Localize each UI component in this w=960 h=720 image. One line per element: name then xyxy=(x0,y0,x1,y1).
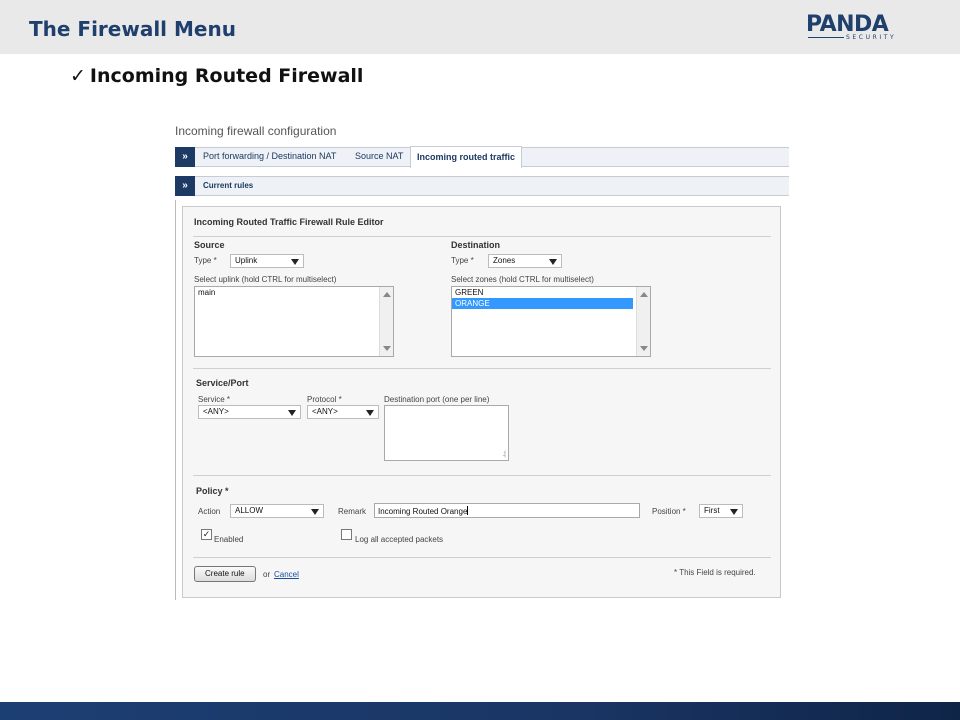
list-option-orange[interactable]: ORANGE xyxy=(452,298,633,309)
slide-header: The Firewall Menu PANDA SECURITY xyxy=(0,0,960,54)
protocol-select[interactable]: <ANY> xyxy=(307,405,379,419)
action-value: ALLOW xyxy=(235,506,264,515)
divider xyxy=(193,368,771,369)
protocol-label: Protocol * xyxy=(307,395,342,404)
remark-input[interactable]: Incoming Routed Orange xyxy=(374,503,640,518)
logo-subtext: SECURITY xyxy=(846,34,897,41)
chevron-down-icon xyxy=(291,259,299,265)
enabled-label: Enabled xyxy=(214,535,244,544)
destination-type-select[interactable]: Zones xyxy=(488,254,562,268)
destination-port-textarea[interactable]: .:| xyxy=(384,405,509,461)
logo-word: PANDA xyxy=(806,12,889,37)
source-uplink-listbox[interactable]: main xyxy=(194,286,394,357)
action-label: Action xyxy=(198,507,221,516)
create-rule-button[interactable]: Create rule xyxy=(194,566,256,582)
logo-underline xyxy=(808,37,844,38)
log-packets-label: Log all accepted packets xyxy=(355,535,444,544)
slide-title: The Firewall Menu xyxy=(29,17,236,41)
rule-editor-panel: Incoming Routed Traffic Firewall Rule Ed… xyxy=(182,206,781,598)
panda-security-logo: PANDA SECURITY xyxy=(806,14,912,44)
chevron-down-icon xyxy=(730,509,738,515)
remark-value: Incoming Routed Orange xyxy=(378,507,468,516)
tabs-toggle-icon[interactable]: » xyxy=(175,147,195,167)
source-section-title: Source xyxy=(194,240,225,250)
service-label: Service * xyxy=(198,395,231,404)
protocol-value: <ANY> xyxy=(312,407,338,416)
destination-port-label: Destination port (one per line) xyxy=(384,395,490,404)
tab-source-nat[interactable]: Source NAT xyxy=(355,151,403,161)
scroll-down-icon[interactable] xyxy=(640,346,648,351)
slide-subtitle: ✓ Incoming Routed Firewall xyxy=(70,65,363,87)
chevron-down-icon xyxy=(311,509,319,515)
list-option-green[interactable]: GREEN xyxy=(452,287,633,298)
editor-title: Incoming Routed Traffic Firewall Rule Ed… xyxy=(194,217,384,227)
policy-section-title: Policy * xyxy=(196,486,229,496)
log-packets-checkbox[interactable] xyxy=(341,529,352,540)
scrollbar[interactable] xyxy=(379,287,393,356)
source-type-label: Type * xyxy=(194,256,217,265)
source-type-select[interactable]: Uplink xyxy=(230,254,304,268)
destination-type-label: Type * xyxy=(451,256,474,265)
chevron-down-icon xyxy=(549,259,557,265)
text-cursor xyxy=(467,506,469,515)
tabs-bar: » Port forwarding / Destination NAT Sour… xyxy=(175,146,789,168)
page-heading: Incoming firewall configuration xyxy=(175,124,337,138)
required-note: * This Field is required. xyxy=(674,568,756,577)
service-value: <ANY> xyxy=(203,407,229,416)
scroll-up-icon[interactable] xyxy=(383,292,391,297)
divider xyxy=(193,236,771,237)
current-rules-bar: » Current rules xyxy=(175,176,789,196)
current-rules-toggle-icon[interactable]: » xyxy=(175,176,195,196)
enabled-checkbox[interactable]: ✓ xyxy=(201,529,212,540)
service-select[interactable]: <ANY> xyxy=(198,405,301,419)
chevron-down-icon xyxy=(288,410,296,416)
resize-grip-icon[interactable]: .:| xyxy=(502,451,506,458)
firewall-screenshot: Incoming firewall configuration » Port f… xyxy=(174,118,790,600)
destination-zones-listbox[interactable]: GREEN ORANGE xyxy=(451,286,651,357)
cancel-link[interactable]: Cancel xyxy=(274,570,299,579)
position-value: First xyxy=(704,506,720,515)
scrollbar[interactable] xyxy=(636,287,650,356)
scroll-down-icon[interactable] xyxy=(383,346,391,351)
remark-label: Remark xyxy=(338,507,367,516)
source-type-value: Uplink xyxy=(235,256,258,265)
destination-type-value: Zones xyxy=(493,256,516,265)
position-label: Position * xyxy=(652,507,686,516)
destination-section-title: Destination xyxy=(451,240,501,250)
slide-footer-bar xyxy=(0,702,960,720)
action-select[interactable]: ALLOW xyxy=(230,504,324,518)
service-section-title: Service/Port xyxy=(196,378,249,388)
divider xyxy=(193,557,771,558)
tab-incoming-routed-traffic[interactable]: Incoming routed traffic xyxy=(410,146,523,168)
tab-port-forwarding[interactable]: Port forwarding / Destination NAT xyxy=(203,151,336,161)
panel-divider xyxy=(175,200,176,600)
position-select[interactable]: First xyxy=(699,504,743,518)
divider xyxy=(193,475,771,476)
check-mark-icon: ✓ xyxy=(70,65,86,87)
slide-subtitle-text: Incoming Routed Firewall xyxy=(89,65,364,87)
list-option[interactable]: main xyxy=(195,287,393,298)
chevron-down-icon xyxy=(366,410,374,416)
current-rules-label[interactable]: Current rules xyxy=(203,181,253,190)
or-label: or xyxy=(263,570,271,579)
source-list-label: Select uplink (hold CTRL for multiselect… xyxy=(194,275,337,284)
scroll-up-icon[interactable] xyxy=(640,292,648,297)
destination-list-label: Select zones (hold CTRL for multiselect) xyxy=(451,275,594,284)
